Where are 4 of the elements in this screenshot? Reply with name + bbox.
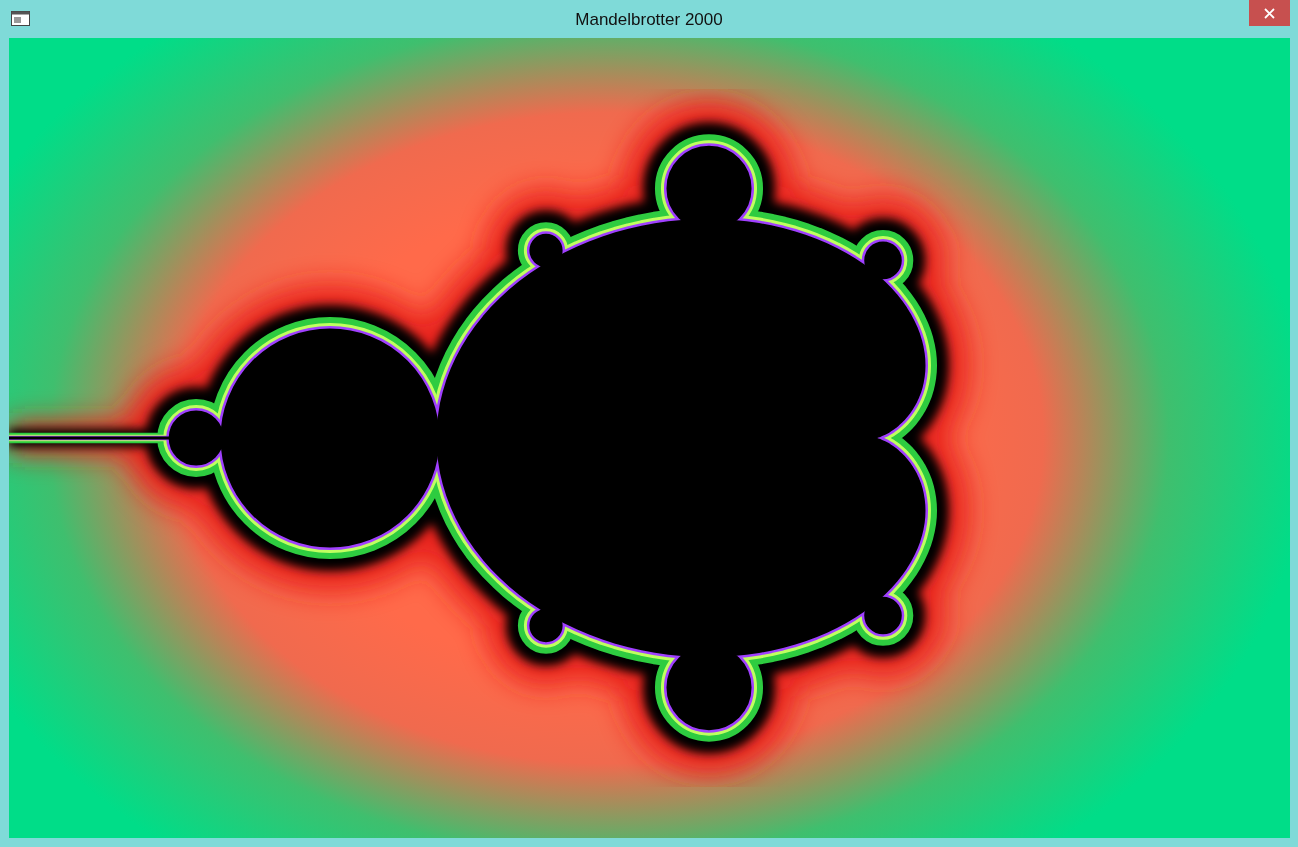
close-button[interactable] — [1249, 0, 1290, 26]
window-title: Mandelbrotter 2000 — [575, 8, 723, 31]
close-icon — [1264, 7, 1275, 19]
app-icon — [11, 11, 30, 26]
